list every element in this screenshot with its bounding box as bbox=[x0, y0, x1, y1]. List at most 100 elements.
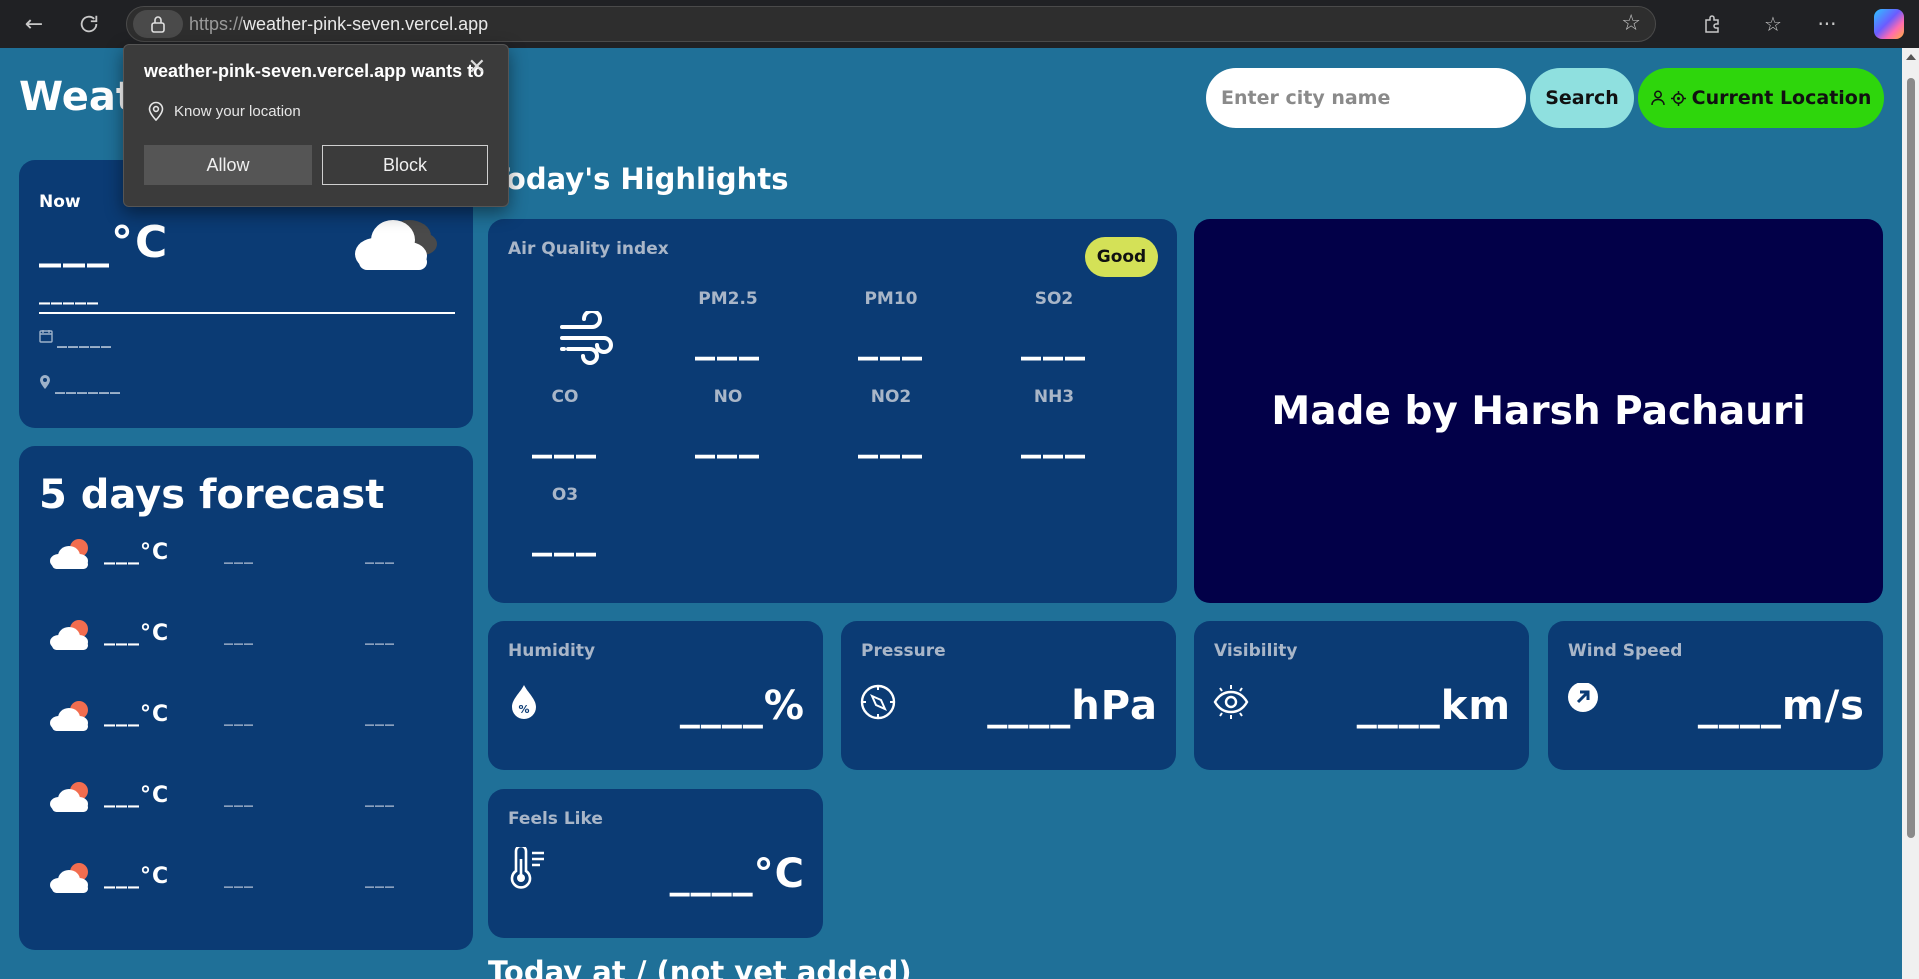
aqi-item-value: ___ bbox=[695, 413, 761, 459]
aqi-item-label: PM10 bbox=[864, 289, 918, 309]
aqi-item-value: ___ bbox=[532, 511, 598, 557]
location-permission-popup: weather-pink-seven.vercel.app wants to ✕… bbox=[123, 44, 509, 207]
aqi-item-value: ___ bbox=[532, 413, 598, 459]
partly-cloudy-icon bbox=[49, 698, 93, 738]
location-pin-icon bbox=[40, 375, 50, 389]
forecast-temp: ___°C bbox=[104, 621, 170, 646]
date-row: _____ bbox=[39, 324, 112, 348]
forecast-row: ___°C ___ ___ bbox=[49, 617, 449, 657]
aqi-item-value: ___ bbox=[858, 315, 924, 361]
wind-speed-card: Wind Speed ____m/s bbox=[1548, 621, 1883, 770]
feels-like-value: ____°C bbox=[669, 851, 805, 897]
user-icon bbox=[1650, 90, 1665, 106]
aqi-item-label: PM2.5 bbox=[698, 289, 758, 309]
wind-speed-title: Wind Speed bbox=[1568, 641, 1683, 661]
forecast-row: ___°C ___ ___ bbox=[49, 698, 449, 738]
forecast-date: ___ bbox=[224, 706, 254, 727]
pressure-title: Pressure bbox=[861, 641, 946, 661]
forecast-temp: ___°C bbox=[104, 702, 170, 727]
city-search-input[interactable] bbox=[1206, 68, 1526, 128]
aqi-item-label: NO2 bbox=[870, 387, 912, 407]
credit-card: Made by Harsh Pachauri bbox=[1194, 219, 1883, 603]
aqi-title: Air Quality index bbox=[508, 239, 669, 259]
forecast-day: ___ bbox=[365, 706, 395, 727]
calendar-icon bbox=[39, 330, 53, 343]
aqi-item-label: CO bbox=[551, 387, 579, 407]
aqi-item: PM2.5 ___ bbox=[668, 289, 788, 361]
aqi-item-label: SO2 bbox=[1034, 289, 1074, 309]
popup-title: weather-pink-seven.vercel.app wants to bbox=[144, 61, 485, 81]
forecast-temp: ___°C bbox=[104, 864, 170, 889]
copilot-icon[interactable] bbox=[1874, 9, 1904, 39]
close-icon[interactable]: ✕ bbox=[468, 55, 486, 80]
highlights-title: Today's Highlights bbox=[490, 162, 789, 196]
reload-icon[interactable] bbox=[73, 8, 105, 40]
favorites-icon[interactable]: ☆ bbox=[1757, 8, 1789, 40]
address-bar[interactable]: https://weather-pink-seven.vercel.app ☆ bbox=[126, 6, 1656, 42]
forecast-temp: ___°C bbox=[104, 783, 170, 808]
block-button[interactable]: Block bbox=[322, 145, 488, 185]
svg-text:%: % bbox=[518, 703, 529, 716]
humidity-card: Humidity % ____% bbox=[488, 621, 823, 770]
visibility-value: ____km bbox=[1356, 683, 1511, 729]
forecast-row: ___°C ___ ___ bbox=[49, 860, 449, 900]
thermometer-icon bbox=[506, 844, 546, 893]
page-scrollbar[interactable] bbox=[1902, 48, 1919, 979]
pressure-card: Pressure ____hPa bbox=[841, 621, 1176, 770]
partly-cloudy-icon bbox=[49, 779, 93, 819]
humidity-drop-icon: % bbox=[506, 683, 542, 725]
partly-cloudy-icon bbox=[49, 617, 93, 657]
current-date: _____ bbox=[57, 324, 112, 348]
aqi-item: NH3 ___ bbox=[994, 387, 1114, 459]
now-label: Now bbox=[39, 192, 81, 212]
humidity-value: ____% bbox=[679, 683, 805, 729]
forecast-card: 5 days forecast ___°C ___ ___ ___°C ___ ___ __… bbox=[19, 446, 473, 950]
partly-cloudy-icon bbox=[49, 860, 93, 900]
current-location-button[interactable]: Current Location bbox=[1638, 68, 1884, 128]
forecast-row: ___°C ___ ___ bbox=[49, 536, 449, 576]
favorite-star-icon[interactable]: ☆ bbox=[1621, 11, 1641, 36]
current-temperature: ___°C bbox=[39, 217, 170, 268]
search-button[interactable]: Search bbox=[1530, 68, 1634, 128]
aqi-item: O3 ___ bbox=[505, 485, 625, 557]
permission-text: Know your location bbox=[174, 102, 301, 120]
forecast-temp: ___°C bbox=[104, 540, 170, 565]
air-quality-card: Air Quality index Good PM2.5 ___ PM10 ___ SO… bbox=[488, 219, 1177, 603]
permission-row: Know your location bbox=[148, 101, 301, 121]
aqi-item-value: ___ bbox=[1021, 315, 1087, 361]
aqi-item-value: ___ bbox=[695, 315, 761, 361]
allow-button[interactable]: Allow bbox=[144, 145, 312, 185]
scroll-thumb[interactable] bbox=[1907, 78, 1915, 838]
forecast-title: 5 days forecast bbox=[39, 472, 385, 518]
partly-cloudy-icon bbox=[49, 536, 93, 576]
url-text[interactable]: https://weather-pink-seven.vercel.app bbox=[189, 14, 488, 35]
site-info-lock-icon[interactable] bbox=[133, 10, 183, 38]
forecast-day: ___ bbox=[365, 868, 395, 889]
aqi-item: NO2 ___ bbox=[831, 387, 951, 459]
scroll-up-arrow-icon[interactable] bbox=[1906, 54, 1916, 60]
visibility-title: Visibility bbox=[1214, 641, 1298, 661]
more-menu-icon[interactable]: ··· bbox=[1811, 8, 1843, 40]
weather-description: _____ bbox=[39, 280, 99, 305]
forecast-day: ___ bbox=[365, 544, 395, 565]
today-section-title: Today at / (not yet added) bbox=[488, 955, 912, 979]
forecast-day: ___ bbox=[365, 787, 395, 808]
divider bbox=[39, 312, 455, 314]
extensions-icon[interactable] bbox=[1696, 8, 1728, 40]
feels-like-title: Feels Like bbox=[508, 809, 603, 829]
aqi-item: CO ___ bbox=[505, 387, 625, 459]
aqi-status-badge: Good bbox=[1085, 237, 1158, 277]
back-icon[interactable]: ← bbox=[18, 8, 50, 40]
aqi-item-value: ___ bbox=[858, 413, 924, 459]
aqi-item: NO ___ bbox=[668, 387, 788, 459]
pressure-value: ____hPa bbox=[987, 683, 1158, 729]
arrow-up-right-icon bbox=[1566, 682, 1602, 723]
forecast-date: ___ bbox=[224, 787, 254, 808]
forecast-date: ___ bbox=[224, 868, 254, 889]
location-row: ______ bbox=[39, 370, 121, 394]
wind-icon bbox=[558, 309, 614, 369]
cloudy-weather-icon bbox=[349, 210, 441, 284]
forecast-day: ___ bbox=[365, 625, 395, 646]
aqi-item: SO2 ___ bbox=[994, 289, 1114, 361]
aqi-item-value: ___ bbox=[1021, 413, 1087, 459]
